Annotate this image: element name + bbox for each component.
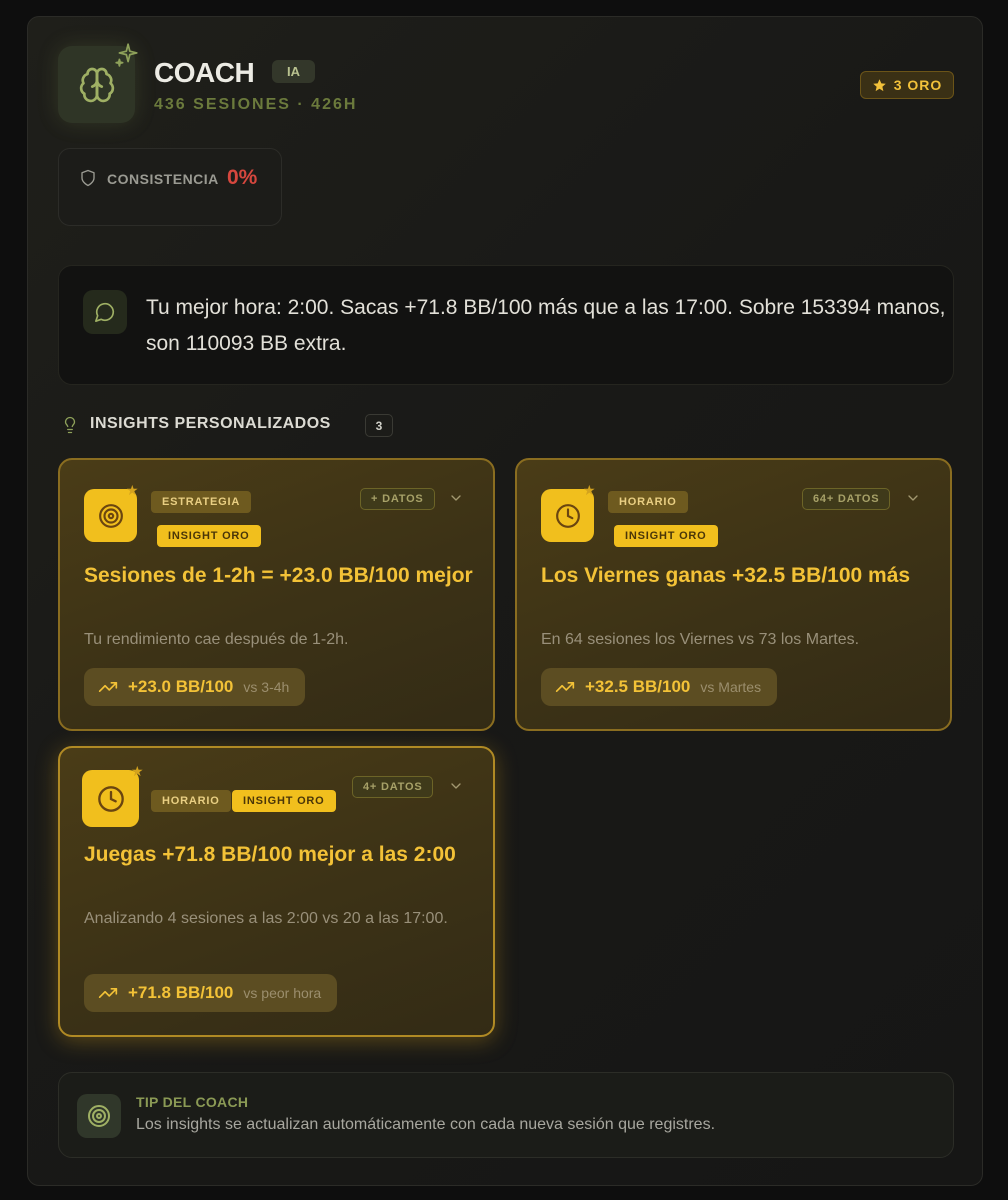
shield-icon <box>81 169 95 187</box>
message-icon-box <box>83 290 127 334</box>
stat-comparison: vs 3-4h <box>243 679 290 695</box>
insights-section-title: INSIGHTS PERSONALIZADOS <box>90 415 331 432</box>
chevron-down-icon[interactable] <box>448 490 464 506</box>
trending-up-icon <box>98 988 118 998</box>
message-circle-icon <box>95 302 115 322</box>
sparkles-icon <box>115 43 138 67</box>
trending-up-icon <box>555 682 575 692</box>
coach-message-card: Tu mejor hora: 2:00. Sacas +71.8 BB/100 … <box>58 265 954 385</box>
insight-card[interactable]: ★ ESTRATEGIA INSIGHT ORO + DATOS Sesione… <box>58 458 495 731</box>
insight-title: Sesiones de 1-2h = +23.0 BB/100 mejor <box>84 564 473 587</box>
trending-up-icon <box>98 682 118 692</box>
page-title: COACH <box>154 57 255 88</box>
insight-description: En 64 sesiones los Viernes vs 73 los Mar… <box>541 631 860 648</box>
stat-comparison: vs Martes <box>700 679 762 695</box>
lightbulb-icon <box>64 416 76 434</box>
ia-badge: IA <box>272 60 315 83</box>
insights-count-badge: 3 <box>365 414 393 437</box>
insight-oro-tag: INSIGHT ORO <box>232 790 336 812</box>
consistency-value: 0% <box>227 166 258 189</box>
insight-card[interactable]: ★ HORARIO INSIGHT ORO 4+ DATOS Juegas +7… <box>58 746 495 1037</box>
stat-value: +23.0 BB/100 <box>128 677 234 696</box>
tip-icon-box <box>77 1094 121 1138</box>
insight-title: Los Viernes ganas +32.5 BB/100 más <box>541 564 911 587</box>
insight-description: Analizando 4 sesiones a las 2:00 vs 20 a… <box>84 910 448 927</box>
stat-value: +71.8 BB/100 <box>128 983 234 1002</box>
clock-icon <box>555 503 580 528</box>
insight-description: Tu rendimiento cae después de 1-2h. <box>84 631 349 648</box>
chevron-down-icon[interactable] <box>448 778 464 794</box>
insight-stat: +32.5 BB/100 vs Martes <box>541 668 778 706</box>
coach-message-text: Tu mejor hora: 2:00. Sacas +71.8 BB/100 … <box>146 296 946 355</box>
category-tag: HORARIO <box>151 790 231 812</box>
insight-oro-tag: INSIGHT ORO <box>614 525 718 547</box>
star-icon: ★ <box>126 482 139 498</box>
insight-stat: +23.0 BB/100 vs 3-4h <box>84 668 306 706</box>
sessions-summary: 436 SESIONES · 426H <box>154 96 358 113</box>
coach-tip-card: TIP DEL COACH Los insights se actualizan… <box>58 1072 954 1158</box>
star-icon <box>872 78 886 91</box>
clock-icon <box>97 785 124 812</box>
coach-panel: COACH IA 436 SESIONES · 426H 3 ORO CONSI… <box>27 16 983 1186</box>
target-icon <box>98 503 123 528</box>
tip-title: TIP DEL COACH <box>136 1094 249 1110</box>
star-icon: ★ <box>131 763 144 779</box>
oro-badge[interactable]: 3 ORO <box>860 71 954 99</box>
brain-icon <box>79 67 114 102</box>
insight-oro-tag: INSIGHT ORO <box>157 525 261 547</box>
insight-stat: +71.8 BB/100 vs peor hora <box>84 974 338 1012</box>
target-icon <box>88 1105 110 1127</box>
stat-comparison: vs peor hora <box>243 985 322 1001</box>
chevron-down-icon[interactable] <box>905 490 921 506</box>
category-tag: ESTRATEGIA <box>151 491 252 513</box>
insight-title: Juegas +71.8 BB/100 mejor a las 2:00 <box>84 843 456 866</box>
category-tag: HORARIO <box>608 491 688 513</box>
star-icon: ★ <box>583 482 596 498</box>
tip-text: Los insights se actualizan automáticamen… <box>136 1116 716 1133</box>
consistency-label: CONSISTENCIA <box>107 171 219 187</box>
stat-value: +32.5 BB/100 <box>585 677 691 696</box>
consistency-card: CONSISTENCIA 0% <box>58 148 282 226</box>
datos-badge: + DATOS <box>360 488 435 510</box>
datos-badge: 4+ DATOS <box>352 776 434 798</box>
insight-card[interactable]: ★ HORARIO INSIGHT ORO 64+ DATOS Los Vier… <box>515 458 952 731</box>
datos-badge: 64+ DATOS <box>802 488 891 510</box>
oro-badge-label: 3 ORO <box>893 77 943 93</box>
